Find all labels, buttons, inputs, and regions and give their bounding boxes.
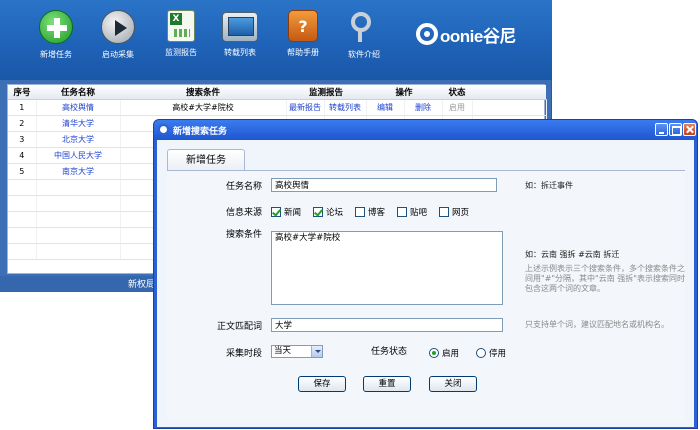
source-news-checkbox[interactable]: 新闻	[271, 206, 301, 218]
status-enable-label: 启用	[442, 349, 460, 359]
cell-task-name[interactable]: 南京大学	[36, 163, 121, 180]
software-intro-label: 软件介绍	[348, 50, 380, 59]
cell-no: 2	[8, 115, 37, 132]
plus-icon	[39, 10, 73, 44]
app-logo-icon	[158, 124, 169, 135]
software-intro-button[interactable]: 软件介绍	[332, 10, 396, 72]
cell-no: 3	[8, 131, 37, 148]
status-text: 新权局	[128, 280, 156, 290]
repost-list-link[interactable]: 转载列表	[324, 99, 367, 116]
checkbox-empty-icon	[355, 207, 365, 217]
status-disable-label: 停用	[489, 349, 507, 359]
cell-status: 启用	[442, 99, 473, 116]
repost-list-button[interactable]: 转载列表	[208, 10, 272, 72]
close-window-button[interactable]	[683, 123, 696, 136]
cell-no: 4	[8, 147, 37, 164]
checkbox-empty-icon	[397, 207, 407, 217]
source-blog-checkbox[interactable]: 博客	[355, 206, 385, 218]
source-news-label: 新闻	[284, 208, 302, 218]
save-button[interactable]: 保存	[298, 376, 346, 392]
monitor-icon	[222, 12, 258, 42]
status-enable-radio[interactable]: 启用	[429, 347, 459, 359]
edit-link[interactable]: 编辑	[366, 99, 405, 116]
status-disable-radio[interactable]: 停用	[476, 347, 506, 359]
delete-link[interactable]: 删除	[404, 99, 443, 116]
minimize-button[interactable]	[655, 123, 668, 136]
source-label: 信息来源	[225, 208, 262, 218]
maximize-button[interactable]	[669, 123, 682, 136]
monitor-report-button[interactable]: 监测报告	[149, 10, 213, 72]
latest-report-link[interactable]: 最新报告	[286, 99, 325, 116]
source-web-checkbox[interactable]: 网页	[439, 206, 469, 218]
monitor-report-label: 监测报告	[165, 48, 197, 57]
cell-no: 5	[8, 163, 37, 180]
brand-logo: oonie谷尼	[416, 22, 516, 46]
header-action: 操作	[366, 85, 443, 100]
radio-empty-icon	[476, 348, 486, 358]
task-name-hint: 如：拆迁事件	[525, 181, 573, 190]
checkbox-checked-icon	[271, 207, 281, 217]
dialog-body: 新增任务 任务名称 如：拆迁事件 信息来源 新闻 论坛 博客 贴吧	[157, 140, 694, 427]
dialog-titlebar[interactable]: 新增搜索任务	[154, 120, 697, 140]
checkbox-checked-icon	[313, 207, 323, 217]
reset-button[interactable]: 重置	[363, 376, 411, 392]
play-icon	[101, 10, 135, 44]
help-book-icon	[288, 10, 318, 42]
header-spacer	[472, 85, 547, 100]
help-manual-button[interactable]: 帮助手册	[271, 10, 335, 72]
match-word-hint: 只支持单个词，建议匹配地名或机构名。	[525, 320, 669, 329]
header-name: 任务名称	[36, 85, 120, 100]
conditions-example-hint: 如：云南 强拆 #云南 拆迁	[525, 250, 620, 259]
source-forum-label: 论坛	[326, 208, 344, 218]
radio-selected-icon	[429, 348, 439, 358]
task-name-label: 任务名称	[225, 182, 262, 192]
start-collect-label: 启动采集	[102, 50, 134, 59]
source-web-label: 网页	[452, 208, 470, 218]
source-tieba-label: 贴吧	[410, 208, 428, 218]
source-tieba-checkbox[interactable]: 贴吧	[397, 206, 427, 218]
chevron-down-icon	[311, 346, 322, 357]
conditions-desc-hint: 上述示例表示三个搜索条件，多个搜索条件之间用"#"分隔，其中"云南 强拆"表示搜…	[525, 264, 685, 293]
logo-g-icon	[416, 23, 438, 45]
task-status-label: 任务状态	[370, 347, 407, 357]
tab-new-task[interactable]: 新增任务	[167, 149, 245, 171]
period-label: 采集时段	[225, 349, 262, 359]
form-panel: 任务名称 如：拆迁事件 信息来源 新闻 论坛 博客 贴吧	[167, 170, 685, 420]
cell-task-name[interactable]: 中国人民大学	[36, 147, 121, 164]
cell-task-name[interactable]: 清华大学	[36, 115, 121, 132]
header-status: 状态	[442, 85, 473, 100]
checkbox-empty-icon	[439, 207, 449, 217]
source-blog-label: 博客	[368, 208, 386, 218]
table-header-row: 序号 任务名称 搜索条件 监测报告 操作 状态	[8, 85, 547, 100]
match-word-input[interactable]	[271, 318, 503, 332]
period-value: 当天	[274, 346, 292, 356]
cell-task-name[interactable]: 高校舆情	[36, 99, 121, 116]
dialog-title: 新增搜索任务	[173, 127, 228, 137]
key-icon	[347, 10, 381, 44]
repost-list-label: 转载列表	[224, 48, 256, 57]
table-row[interactable]: 1 高校舆情 高校#大学#院校 最新报告 转载列表 编辑 删除 启用	[8, 99, 547, 116]
start-collect-button[interactable]: 启动采集	[86, 10, 150, 72]
toolbar: 新增任务 启动采集 监测报告 转载列表 帮助手册 软件介绍 oonie谷尼	[0, 0, 552, 80]
conditions-textarea[interactable]: 高校#大学#院校	[271, 231, 503, 305]
header-report: 监测报告	[286, 85, 367, 100]
cell-task-name[interactable]: 北京大学	[36, 131, 121, 148]
help-manual-label: 帮助手册	[287, 48, 319, 57]
header-no: 序号	[8, 85, 36, 100]
close-button[interactable]: 关闭	[429, 376, 477, 392]
cell-condition: 高校#大学#院校	[120, 99, 287, 116]
new-search-task-dialog: 新增搜索任务 新增任务 任务名称 如：拆迁事件 信息来源 新闻 论坛 博客	[153, 119, 698, 429]
add-task-button[interactable]: 新增任务	[24, 10, 88, 72]
match-word-label: 正文匹配词	[216, 322, 262, 332]
cell-no: 1	[8, 99, 37, 116]
task-name-input[interactable]	[271, 178, 497, 192]
add-task-label: 新增任务	[40, 50, 72, 59]
spreadsheet-icon	[167, 10, 195, 42]
brand-text: oonie谷尼	[440, 26, 516, 46]
source-forum-checkbox[interactable]: 论坛	[313, 206, 343, 218]
conditions-label: 搜索条件	[225, 230, 262, 240]
header-condition: 搜索条件	[120, 85, 286, 100]
period-select[interactable]: 当天	[271, 345, 323, 358]
